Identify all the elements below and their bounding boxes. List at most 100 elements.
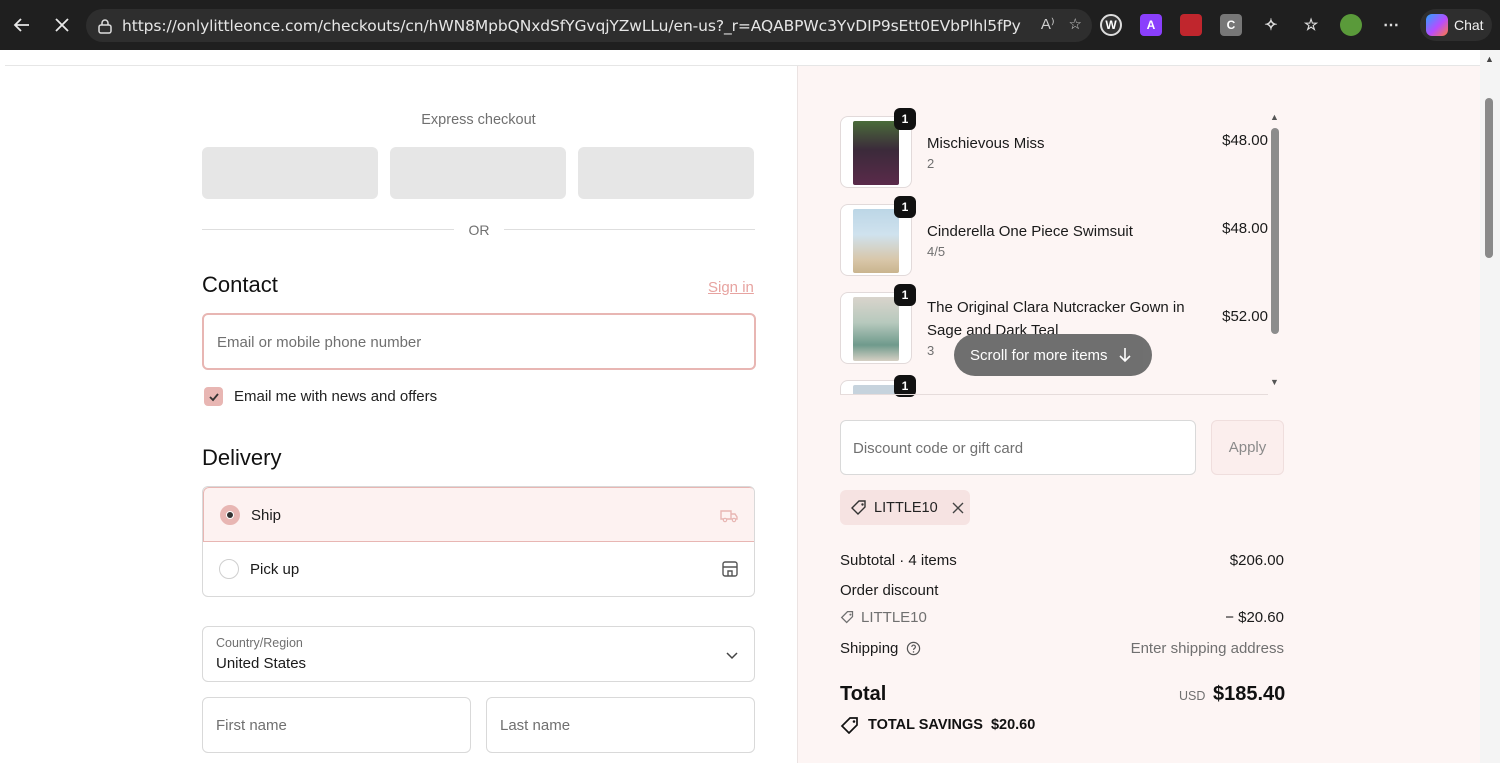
read-aloud-icon[interactable]: A⁾ bbox=[1041, 15, 1055, 33]
delivery-heading: Delivery bbox=[202, 445, 282, 470]
subtotal-value: $206.00 bbox=[1229, 552, 1284, 569]
tag-icon bbox=[840, 611, 854, 624]
store-icon bbox=[722, 561, 738, 577]
url-text: https://onlylittleonce.com/checkouts/cn/… bbox=[122, 16, 1022, 35]
cart-item: 1 Cinderella One Piece Swimsuit 4/5 $48.… bbox=[840, 196, 1280, 284]
scroll-more-items-button[interactable]: Scroll for more items bbox=[954, 334, 1152, 376]
chevron-down-icon bbox=[726, 652, 738, 660]
shipping-row: Shipping bbox=[840, 640, 921, 657]
shipping-value: Enter shipping address bbox=[1130, 640, 1284, 657]
help-icon[interactable] bbox=[906, 641, 921, 656]
savings-value: $20.60 bbox=[990, 717, 1036, 733]
last-name-placeholder: Last name bbox=[500, 717, 571, 734]
express-pay-button-1[interactable] bbox=[202, 147, 378, 199]
chat-label: Chat bbox=[1454, 17, 1484, 33]
country-label: Country/Region bbox=[216, 636, 303, 650]
order-discount-label: Order discount bbox=[840, 582, 939, 599]
quantity-badge: 1 bbox=[894, 108, 916, 130]
tag-icon bbox=[851, 499, 866, 515]
extension-c-icon[interactable]: C bbox=[1220, 14, 1242, 36]
arrow-down-icon bbox=[1118, 348, 1131, 363]
first-name-field[interactable]: First name bbox=[202, 697, 471, 753]
scroll-down-arrow-icon[interactable]: ▼ bbox=[1270, 377, 1279, 387]
favorites-icon[interactable]: ☆ bbox=[1300, 14, 1322, 36]
items-list-divider bbox=[840, 394, 1268, 395]
extension-a-icon[interactable]: A bbox=[1140, 14, 1162, 36]
back-button[interactable] bbox=[4, 7, 40, 43]
or-divider-text: OR bbox=[468, 222, 490, 238]
country-select[interactable]: Country/Region United States bbox=[202, 626, 755, 682]
product-image bbox=[853, 121, 899, 185]
pickup-radio[interactable] bbox=[219, 559, 239, 579]
close-icon bbox=[55, 18, 69, 32]
scroll-hint-label: Scroll for more items bbox=[970, 346, 1108, 364]
savings-tag-icon bbox=[840, 717, 858, 734]
total-label: Total bbox=[840, 683, 887, 705]
total-currency: USD bbox=[1179, 689, 1206, 703]
items-scrollbar[interactable]: ▲ ▼ bbox=[1270, 112, 1280, 394]
address-bar[interactable]: https://onlylittleonce.com/checkouts/cn/… bbox=[86, 9, 1092, 42]
extensions-puzzle-icon[interactable]: ✧ bbox=[1260, 14, 1282, 36]
discount-placeholder: Discount code or gift card bbox=[853, 440, 1024, 457]
back-arrow-icon bbox=[13, 18, 29, 32]
express-pay-button-2[interactable] bbox=[390, 147, 566, 199]
extension-w-icon[interactable]: W bbox=[1100, 14, 1122, 36]
stop-loading-button[interactable] bbox=[44, 7, 80, 43]
quantity-badge: 1 bbox=[894, 196, 916, 218]
total-savings: TOTAL SAVINGS $20.60 bbox=[840, 716, 1035, 734]
item-price: $48.00 bbox=[1222, 132, 1268, 149]
pickup-label: Pick up bbox=[250, 561, 300, 578]
discount-code-field[interactable]: Discount code or gift card bbox=[840, 420, 1196, 475]
scroll-up-arrow-icon[interactable]: ▲ bbox=[1270, 112, 1279, 122]
country-value: United States bbox=[216, 655, 307, 672]
ship-label: Ship bbox=[251, 507, 282, 524]
cart-item: 1 Mischievous Miss 2 $48.00 bbox=[840, 108, 1280, 196]
newsletter-checkbox[interactable] bbox=[204, 387, 223, 406]
email-field[interactable]: Email or mobile phone number bbox=[202, 313, 756, 370]
subtotal-label: Subtotal · 4 items bbox=[840, 552, 957, 569]
item-price: $48.00 bbox=[1222, 220, 1268, 237]
items-scrollbar-thumb[interactable] bbox=[1271, 128, 1279, 334]
last-name-field[interactable]: Last name bbox=[486, 697, 755, 753]
sign-in-link[interactable]: Sign in bbox=[708, 279, 754, 296]
newsletter-label: Email me with news and offers bbox=[234, 388, 438, 405]
lock-icon bbox=[98, 18, 112, 34]
product-image bbox=[853, 209, 899, 273]
page-scrollbar[interactable]: ▲ bbox=[1480, 50, 1500, 763]
truck-icon bbox=[720, 510, 738, 523]
favorite-star-icon[interactable]: ☆ bbox=[1069, 15, 1082, 33]
extension-calendar-icon[interactable] bbox=[1180, 14, 1202, 36]
savings-label: TOTAL SAVINGS bbox=[868, 717, 983, 733]
product-image bbox=[853, 297, 899, 361]
copilot-icon bbox=[1426, 14, 1448, 36]
profile-avatar[interactable] bbox=[1340, 14, 1362, 36]
delivery-option-pickup[interactable]: Pick up bbox=[203, 542, 754, 596]
express-checkout-label: Express checkout bbox=[421, 112, 536, 128]
or-divider-left bbox=[202, 229, 454, 230]
delivery-options: Ship Pick up bbox=[202, 486, 755, 597]
first-name-placeholder: First name bbox=[216, 717, 287, 734]
item-name: Cinderella One Piece Swimsuit bbox=[927, 223, 1133, 240]
quantity-badge: 1 bbox=[894, 284, 916, 306]
remove-discount-icon[interactable] bbox=[952, 502, 964, 514]
copilot-chat-button[interactable]: Chat bbox=[1420, 9, 1492, 41]
delivery-option-ship[interactable]: Ship bbox=[203, 487, 754, 542]
scroll-up-arrow-icon[interactable]: ▲ bbox=[1485, 54, 1494, 64]
product-image bbox=[853, 385, 899, 394]
item-variant: 2 bbox=[927, 156, 935, 171]
scrollbar-thumb[interactable] bbox=[1485, 98, 1493, 258]
shipping-label: Shipping bbox=[840, 640, 899, 657]
item-variant: 4/5 bbox=[927, 244, 946, 259]
discount-code-label: LITTLE10 bbox=[861, 609, 927, 626]
item-price: $52.00 bbox=[1222, 308, 1268, 325]
more-menu-icon[interactable]: ⋯ bbox=[1380, 14, 1402, 36]
apply-discount-button[interactable]: Apply bbox=[1211, 420, 1284, 475]
checkmark-icon bbox=[208, 392, 219, 401]
item-name: Mischievous Miss bbox=[927, 135, 1045, 152]
discount-code-row: LITTLE10 bbox=[840, 609, 927, 626]
ship-radio[interactable] bbox=[220, 505, 240, 525]
contact-heading: Contact bbox=[202, 272, 278, 297]
or-divider-right bbox=[504, 229, 755, 230]
applied-code-label: LITTLE10 bbox=[874, 499, 938, 516]
express-pay-button-3[interactable] bbox=[578, 147, 754, 199]
